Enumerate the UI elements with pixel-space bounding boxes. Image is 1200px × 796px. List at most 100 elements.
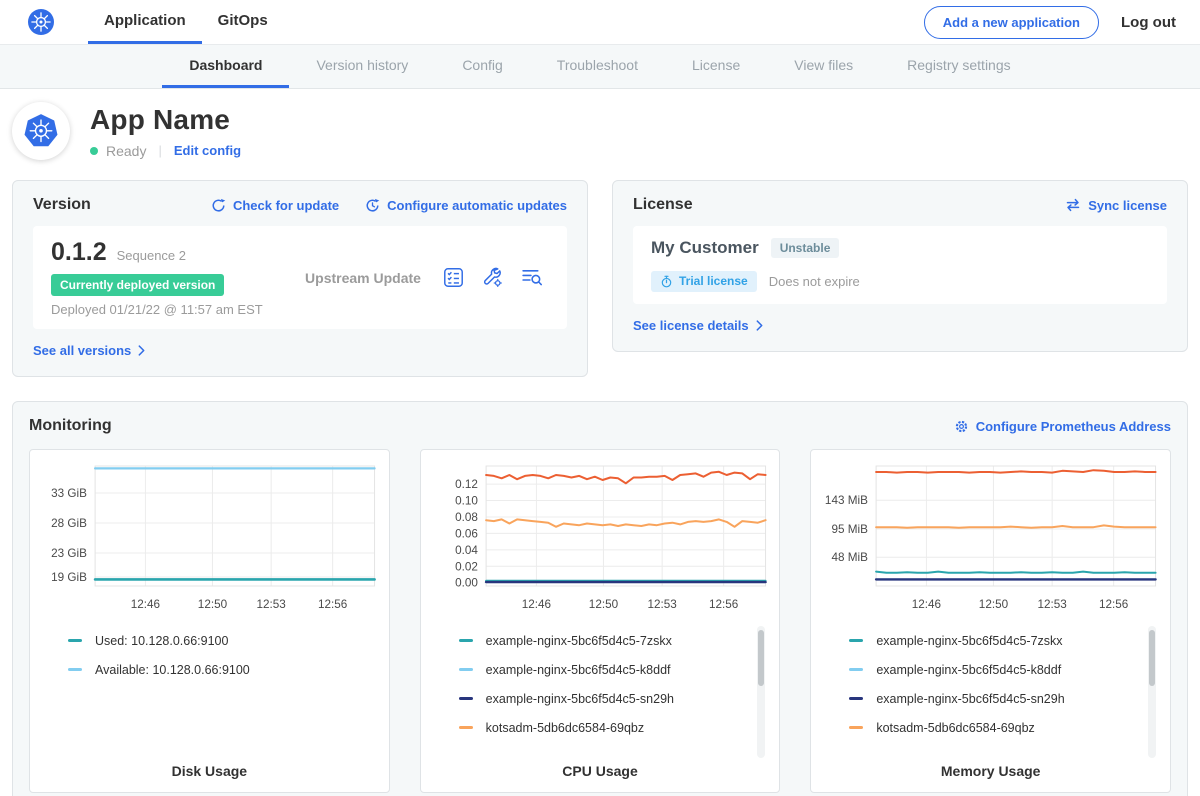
svg-text:95 MiB: 95 MiB (832, 523, 869, 536)
tab-registry-settings[interactable]: Registry settings (880, 45, 1037, 88)
svg-text:12:46: 12:46 (912, 598, 941, 611)
legend-item: example-nginx-5bc6f5d4c5-sn29h (459, 684, 766, 713)
separator: | (158, 143, 161, 158)
see-license-details-link[interactable]: See license details (633, 318, 763, 333)
license-card: License Sync license My Customer Unstabl… (612, 180, 1188, 352)
sync-license-link[interactable]: Sync license (1065, 198, 1167, 213)
legend-scrollbar[interactable] (757, 626, 765, 758)
svg-text:12:56: 12:56 (709, 598, 738, 611)
legend-item: kotsadm-5db6dc6584-69qbz (849, 713, 1156, 742)
cpu-usage-title: CPU Usage (429, 763, 772, 779)
legend-scrollbar-thumb[interactable] (758, 630, 764, 686)
version-sequence: Sequence 2 (117, 248, 186, 263)
customer-name: My Customer (651, 238, 759, 258)
disk-usage-legend: Used: 10.128.0.66:9100 Available: 10.128… (68, 626, 375, 763)
disk-usage-chart: 33 GiB28 GiB23 GiB19 GiB12:4612:5012:531… (38, 460, 381, 612)
tab-version-history[interactable]: Version history (289, 45, 435, 88)
check-for-update-label: Check for update (233, 198, 339, 213)
legend-dash (459, 697, 473, 700)
top-nav: Application GitOps Add a new application… (0, 0, 1200, 44)
tab-view-files[interactable]: View files (767, 45, 880, 88)
memory-usage-title: Memory Usage (819, 763, 1162, 779)
tab-config[interactable]: Config (435, 45, 529, 88)
monitoring-section: Monitoring Configure Prometheus Address … (12, 401, 1188, 796)
update-type-label: Upstream Update (283, 270, 443, 286)
logout-button[interactable]: Log out (1121, 14, 1176, 31)
legend-item: example-nginx-5bc6f5d4c5-k8ddf (849, 655, 1156, 684)
svg-text:12:53: 12:53 (647, 598, 676, 611)
legend-scrollbar-thumb[interactable] (1149, 630, 1155, 686)
svg-text:28 GiB: 28 GiB (51, 517, 87, 530)
legend-label: example-nginx-5bc6f5d4c5-sn29h (876, 692, 1064, 706)
configure-automatic-updates-link[interactable]: Configure automatic updates (365, 198, 567, 213)
preflight-checks-icon[interactable] (443, 267, 464, 288)
schedule-update-icon (365, 198, 380, 213)
svg-text:0.08: 0.08 (455, 511, 478, 524)
svg-text:12:53: 12:53 (256, 598, 285, 611)
svg-text:0.10: 0.10 (455, 495, 478, 508)
config-wrench-icon[interactable] (482, 267, 503, 288)
license-expiry: Does not expire (769, 274, 860, 289)
app-header: App Name Ready | Edit config (0, 89, 1200, 174)
svg-text:12:50: 12:50 (979, 598, 1008, 611)
app-logo (12, 102, 70, 160)
monitoring-title: Monitoring (29, 417, 112, 435)
currently-deployed-badge: Currently deployed version (51, 274, 224, 296)
legend-item: example-nginx-5bc6f5d4c5-k8ddf (459, 655, 766, 684)
svg-text:12:56: 12:56 (1099, 598, 1128, 611)
svg-text:12:56: 12:56 (318, 598, 347, 611)
chevron-right-icon (138, 345, 145, 356)
legend-label: example-nginx-5bc6f5d4c5-k8ddf (876, 663, 1061, 677)
license-summary-row: My Customer Unstable Trial license Does … (633, 226, 1167, 304)
see-license-details-label: See license details (633, 318, 749, 333)
topnav-tab-application[interactable]: Application (88, 0, 202, 44)
status-text: Ready (106, 143, 146, 159)
legend-dash (68, 639, 82, 642)
memory-usage-legend: example-nginx-5bc6f5d4c5-7zskx example-n… (849, 626, 1156, 763)
legend-label: kotsadm-5db6dc6584-69qbz (486, 721, 644, 735)
svg-text:19 GiB: 19 GiB (51, 571, 87, 584)
svg-text:12:46: 12:46 (131, 598, 160, 611)
memory-usage-panel: 143 MiB95 MiB48 MiB12:4612:5012:5312:56 … (810, 449, 1171, 793)
tab-license[interactable]: License (665, 45, 767, 88)
svg-text:0.00: 0.00 (455, 577, 478, 590)
view-diff-icon[interactable] (521, 267, 543, 288)
topnav-tabs: Application GitOps (88, 0, 284, 44)
svg-text:0.02: 0.02 (455, 560, 478, 573)
legend-scrollbar[interactable] (1148, 626, 1156, 758)
topnav-tab-gitops-label: GitOps (218, 12, 268, 29)
cpu-usage-chart: 0.120.100.080.060.040.020.0012:4612:5012… (429, 460, 772, 612)
svg-text:48 MiB: 48 MiB (832, 551, 869, 564)
svg-text:23 GiB: 23 GiB (51, 547, 87, 560)
deployed-timestamp: Deployed 01/21/22 @ 11:57 am EST (51, 302, 283, 317)
legend-label: Available: 10.128.0.66:9100 (95, 663, 250, 677)
svg-text:0.12: 0.12 (455, 478, 478, 491)
version-number: 0.1.2 (51, 238, 107, 267)
see-all-versions-link[interactable]: See all versions (33, 343, 145, 358)
legend-label: Used: 10.128.0.66:9100 (95, 634, 228, 648)
topnav-tab-gitops[interactable]: GitOps (202, 0, 284, 44)
legend-item: example-nginx-5bc6f5d4c5-7zskx (459, 626, 766, 655)
app-sub-nav: Dashboard Version history Config Trouble… (0, 44, 1200, 89)
check-for-update-link[interactable]: Check for update (211, 198, 339, 213)
add-application-button[interactable]: Add a new application (924, 6, 1099, 39)
configure-prometheus-link[interactable]: Configure Prometheus Address (954, 419, 1171, 434)
legend-item: Available: 10.128.0.66:9100 (68, 655, 375, 684)
gear-icon (954, 419, 969, 434)
tab-troubleshoot[interactable]: Troubleshoot (530, 45, 665, 88)
disk-usage-title: Disk Usage (38, 763, 381, 779)
version-card-title: Version (33, 196, 91, 214)
disk-usage-panel: 33 GiB28 GiB23 GiB19 GiB12:4612:5012:531… (29, 449, 390, 793)
legend-item: Used: 10.128.0.66:9100 (68, 626, 375, 655)
legend-dash (459, 726, 473, 729)
legend-item: kotsadm-5db6dc6584-69qbz (459, 713, 766, 742)
topnav-tab-application-label: Application (104, 12, 186, 29)
edit-config-link[interactable]: Edit config (174, 143, 241, 158)
tab-dashboard[interactable]: Dashboard (162, 45, 289, 88)
refresh-icon (211, 198, 226, 213)
channel-badge: Unstable (771, 238, 840, 258)
sync-icon (1065, 198, 1081, 212)
trial-license-badge: Trial license (651, 271, 757, 292)
legend-label: example-nginx-5bc6f5d4c5-sn29h (486, 692, 674, 706)
svg-text:143 MiB: 143 MiB (825, 494, 868, 507)
